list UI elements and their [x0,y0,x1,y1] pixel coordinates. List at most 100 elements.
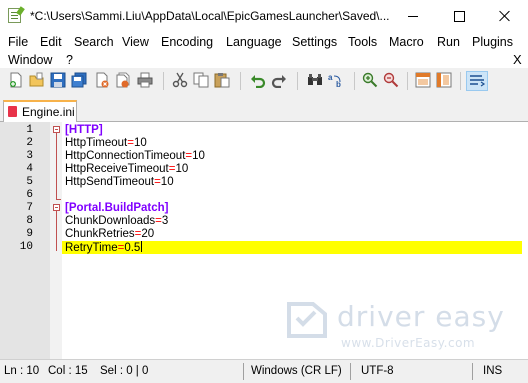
menu-language[interactable]: Language [226,35,282,49]
line-number: 8 [26,215,33,227]
menu-bar: File Edit Search View Encoding Language … [0,32,528,68]
open-file-icon[interactable] [29,72,45,88]
status-divider [350,363,351,380]
tab-label: Engine.ini [22,105,75,119]
print-icon[interactable] [137,72,153,88]
toolbar-separator [240,72,241,90]
fold-toggle-icon[interactable] [53,204,60,211]
value: 10 [175,163,189,175]
toolbar-separator [354,72,355,90]
replace-icon[interactable]: ab [328,72,344,89]
key: HttpReceiveTimeout [65,163,169,175]
menu-encoding[interactable]: Encoding [161,35,213,49]
minimize-icon [408,15,418,17]
code-text: HttpConnectionTimeout=10 [65,150,205,163]
unsaved-file-icon [8,106,17,117]
close-icon[interactable] [94,72,110,88]
code-line: 2 HttpTimeout=10 [0,137,528,150]
menu-run[interactable]: Run [437,35,460,49]
key: ChunkRetries [65,228,135,240]
status-bar: Ln : 10 Col : 15 Sel : 0 | 0 Windows (CR… [0,359,528,383]
code-text: RetryTime=0.5 [65,241,143,255]
zoom-out-icon[interactable] [383,72,399,88]
save-all-icon[interactable] [71,72,87,88]
save-icon[interactable] [50,72,66,88]
operator: = [155,215,162,227]
fold-toggle-icon[interactable] [53,126,60,133]
close-window-button[interactable] [482,0,528,32]
menu-window[interactable]: Window [8,53,52,67]
paste-icon[interactable] [214,72,230,88]
code-line: 5 HttpSendTimeout=10 [0,176,528,189]
menu-edit[interactable]: Edit [40,35,62,49]
value: 10 [160,176,174,188]
key: HttpSendTimeout [65,176,155,188]
word-wrap-icon[interactable] [466,71,488,91]
code-line: 9 ChunkRetries=20 [0,228,528,241]
svg-text:a: a [328,73,333,82]
status-eol: Windows (CR LF) [251,365,342,377]
key: RetryTime [65,242,118,254]
title-bar: *C:\Users\Sammi.Liu\AppData\Local\EpicGa… [0,0,528,32]
line-number: 10 [19,241,33,253]
find-icon[interactable] [307,72,323,88]
toolbar-separator [163,72,164,90]
key: HttpTimeout [65,137,128,149]
menu-settings[interactable]: Settings [292,35,337,49]
code-line: 7 [Portal.BuildPatch] [0,202,528,215]
toolbar-separator [460,72,461,90]
status-encoding: UTF-8 [361,365,394,377]
operator: = [154,176,161,188]
sync-horizontal-icon[interactable] [436,72,452,88]
code-line: 8 ChunkDownloads=3 [0,215,528,228]
code-line: 4 HttpReceiveTimeout=10 [0,163,528,176]
close-all-icon[interactable] [115,72,131,88]
status-line: Ln : 10 [4,365,40,377]
line-number: 1 [26,124,33,136]
menu-tools[interactable]: Tools [348,35,377,49]
cut-icon[interactable] [172,72,188,88]
minimize-button[interactable] [390,0,436,32]
line-number: 4 [26,163,33,175]
zoom-in-icon[interactable] [362,72,378,88]
value: 0.5 [124,242,141,254]
menu-search[interactable]: Search [74,35,114,49]
editor-area[interactable]: 1 [HTTP] 2 HttpTimeout=10 3 HttpConnecti… [0,122,528,359]
tab-engine-ini[interactable]: Engine.ini [3,100,77,122]
current-line: 10 RetryTime=0.5 [0,241,528,254]
toolbar-separator [407,72,408,90]
code-line: 1 [HTTP] [0,124,528,137]
notepad-plus-plus-icon [8,8,21,23]
code-text: HttpTimeout=10 [65,137,147,150]
status-divider [243,363,244,380]
undo-icon[interactable] [250,72,266,89]
code-line: 6 [0,189,528,202]
menu-file[interactable]: File [8,35,28,49]
sync-vertical-icon[interactable] [415,72,431,88]
copy-icon[interactable] [193,72,209,88]
line-number: 9 [26,228,33,240]
status-divider [472,363,473,380]
toolbar: ab [0,68,528,96]
menu-view[interactable]: View [122,35,149,49]
value: 3 [161,215,169,227]
operator: = [127,137,134,149]
line-number: 6 [26,189,33,201]
status-selection: Sel : 0 | 0 [100,365,149,377]
menu-plugins[interactable]: Plugins [472,35,513,49]
code-text: HttpReceiveTimeout=10 [65,163,188,176]
line-number: 7 [26,202,33,214]
menu-macro[interactable]: Macro [389,35,424,49]
code-text: HttpSendTimeout=10 [65,176,174,189]
toolbar-separator [297,72,298,90]
tab-bar: Engine.ini [0,96,528,122]
maximize-button[interactable] [436,0,482,32]
menu-help[interactable]: ? [66,53,73,67]
key: ChunkDownloads [65,215,156,227]
close-document-button[interactable]: X [513,52,522,67]
code-text: ChunkDownloads=3 [65,215,168,228]
status-column: Col : 15 [48,365,88,377]
value: 20 [141,228,155,240]
redo-icon[interactable] [271,72,287,89]
new-file-icon[interactable] [8,72,24,88]
